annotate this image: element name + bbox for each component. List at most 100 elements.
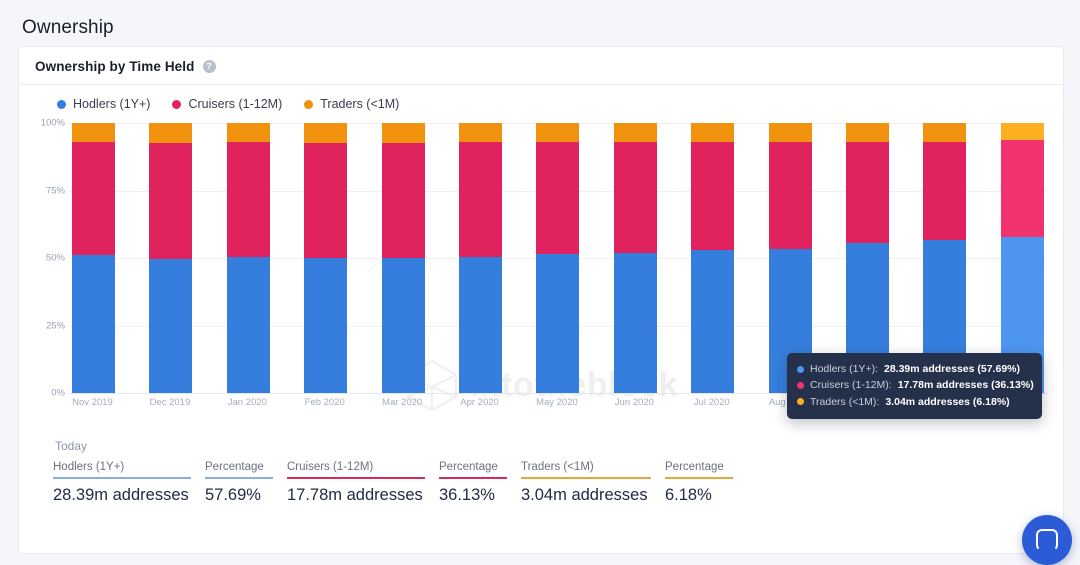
tooltip-value: 17.78m addresses (36.13%) [897,379,1034,392]
bar-segment-hodlers [304,258,348,393]
tooltip-dot [797,381,804,389]
bar-segment-cruisers [1000,139,1044,238]
tooltip-row-1: Cruisers (1-12M): 17.78m addresses (36.13… [797,377,1034,393]
summary-footer: Today Hodlers (1Y+) 28.39m addresses Perce… [19,423,1063,505]
x-tick-label: Apr 2020 [460,397,499,408]
bar-segment-traders [226,123,270,142]
bar-mar-2020[interactable] [381,123,425,393]
bar-segment-cruisers [923,141,967,241]
stat-value: 3.04m addresses [521,486,648,504]
card-title: Ownership by Time Held [35,59,195,74]
x-tick-label: Jan 2020 [227,397,267,408]
bar-jun-2020[interactable] [613,123,657,393]
stat-label: Hodlers (1Y+) [53,461,191,479]
bar-segment-hodlers [72,255,115,393]
bar-segment-cruisers [226,141,270,257]
bar-segment-hodlers [613,252,657,393]
bar-segment-traders [459,123,503,142]
stat-value: 57.69% [205,486,261,504]
bar-segment-cruisers [536,141,580,254]
card-header: Ownership by Time Held ? [19,47,1063,85]
bar-segment-cruisers [768,141,812,249]
stat-label: Percentage [439,461,507,479]
bar-segment-traders [536,123,580,142]
tooltip-label: Hodlers (1Y+): [810,363,878,375]
stat-value: 36.13% [439,486,495,504]
chart-legend: Hodlers (1Y+) Cruisers (1-12M) Traders (<1… [19,85,1063,111]
chat-glyph [1036,529,1058,551]
question-mark-icon[interactable]: ? [202,60,216,73]
tooltip-dot [797,365,804,373]
x-tick-label: Jul 2020 [693,397,730,408]
stat-3: Percentage 36.13% [439,461,507,505]
y-tick-label: 25% [45,320,65,331]
tooltip-dot [797,398,804,406]
x-tick-label: Feb 2020 [304,397,345,408]
legend-label: Cruisers (1-12M) [188,97,283,111]
y-tick-label: 0% [51,387,65,399]
bar-segment-hodlers [536,253,580,393]
legend-label: Traders (<1M) [320,97,400,111]
chart-plot-area: intotheblock 0%25%50%75%100% Nov 2019Dec… [35,118,1047,423]
legend-label: Hodlers (1Y+) [73,97,151,111]
bar-segment-cruisers [613,141,657,253]
stat-2: Cruisers (1-12M) 17.78m addresses [287,461,425,505]
ownership-card: Ownership by Time Held ? Hodlers (1Y+) Cr… [18,46,1064,554]
legend-item-1[interactable]: Cruisers (1-12M) [172,97,282,111]
stat-value: 6.18% [665,486,712,504]
x-tick-label: Jun 2020 [614,397,654,408]
bar-segment-traders [846,123,890,142]
bar-may-2020[interactable] [536,123,580,393]
today-label: Today [55,439,88,453]
y-tick-label: 75% [45,185,65,196]
y-tick-label: 50% [45,252,65,264]
tooltip-row-2: Traders (<1M): 3.04m addresses (6.18%) [797,394,1032,410]
bar-apr-2020[interactable] [459,123,503,393]
y-tick-label: 100% [40,117,65,129]
bar-segment-traders [613,123,657,142]
stat-label: Traders (<1M) [521,461,651,479]
bar-segment-cruisers [304,143,348,258]
bar-segment-traders [768,123,812,142]
chat-bubble-icon[interactable] [1022,515,1072,565]
chart-tooltip: Hodlers (1Y+): 28.39m addresses (57.69%) C… [787,353,1042,419]
stat-label: Cruisers (1-12M) [287,461,425,479]
stat-4: Traders (<1M) 3.04m addresses [521,461,651,505]
bar-feb-2020[interactable] [304,123,348,393]
legend-dot-traders [304,99,314,109]
bar-segment-cruisers [381,143,425,258]
tooltip-row-0: Hodlers (1Y+): 28.39m addresses (57.69%) [797,361,1032,377]
bar-segment-traders [1000,123,1044,140]
bar-segment-hodlers [226,256,270,393]
bar-segment-traders [149,123,193,144]
stat-value: 28.39m addresses [53,486,189,504]
bar-segment-traders [691,123,735,142]
bar-segment-traders [923,123,967,142]
x-tick-label: Nov 2019 [72,397,113,408]
stat-label: Percentage [205,461,273,479]
bar-dec-2019[interactable] [149,123,193,393]
stat-1: Percentage 57.69% [205,461,273,505]
bar-nov-2019[interactable] [72,123,115,393]
bar-segment-traders [304,123,348,144]
bar-jan-2020[interactable] [226,123,270,393]
bar-segment-hodlers [149,259,193,393]
x-tick-label: Dec 2019 [149,397,191,408]
bar-segment-traders [72,123,115,142]
tooltip-label: Cruisers (1-12M): [810,379,892,392]
x-tick-label: May 2020 [536,397,578,408]
stat-0: Hodlers (1Y+) 28.39m addresses [53,461,191,505]
stat-5: Percentage 6.18% [665,461,733,505]
tooltip-label: Traders (<1M): [810,395,880,408]
bar-segment-cruisers [149,143,193,260]
bar-segment-hodlers [381,258,425,393]
legend-item-2[interactable]: Traders (<1M) [304,97,399,111]
bar-jul-2020[interactable] [691,123,735,393]
legend-dot-cruisers [172,99,182,109]
y-axis: 0% 25% 50% 75% 100% [35,118,69,399]
x-tick-label: Mar 2020 [382,397,423,408]
bar-segment-cruisers [846,141,890,244]
legend-item-0[interactable]: Hodlers (1Y+) [57,97,150,111]
page-title: Ownership [22,17,114,38]
stat-value: 17.78m addresses [287,486,423,504]
